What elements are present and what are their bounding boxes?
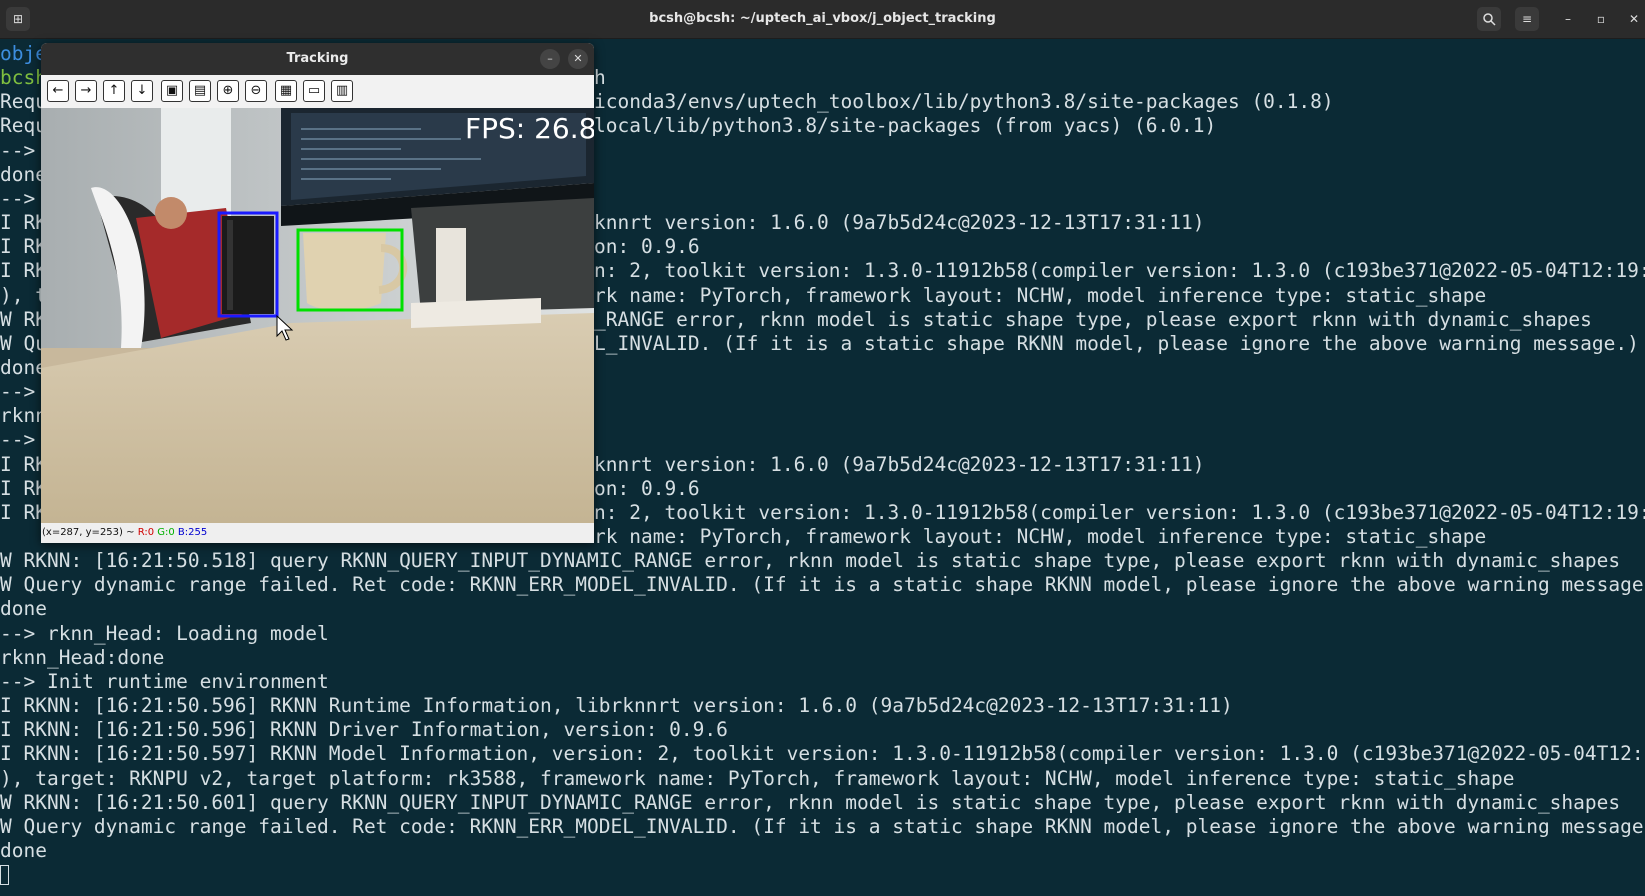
zoom-out-10-icon[interactable]: ▤ [189,80,211,102]
terminal-line: rknn [0,404,47,428]
tracking-window[interactable]: Tracking – ✕ ← → ↑ ↓ ▣ ▤ ⊕ ⊖ ▦ ▭ ▥ FPS: … [41,43,594,543]
terminal-line: W Qu [0,331,47,355]
terminal-titlebar: ⊞ bcsh@bcsh: ~/uptech_ai_vbox/j_object_t… [0,0,1645,39]
terminal-line-tail: rk name: PyTorch, framework layout: NCHW… [594,525,1487,548]
status-coords: (x=287, y=253) ~ [42,527,135,538]
terminal-line: ), t [0,283,47,307]
terminal-line-tail: h [594,66,606,90]
terminal-line-tail: L_INVALID. (If it is a static shape RKNN… [594,331,1639,355]
terminal-line: W Query dynamic range failed. Ret code: … [0,573,1645,597]
terminal-cursor [0,865,9,886]
terminal-line-tail: rk name: PyTorch, framework layout: NCHW… [594,283,1487,307]
terminal-line: W Query dynamic range failed. Ret code: … [0,814,1645,838]
camera-frame[interactable]: FPS: 26.8 [41,108,594,523]
copy-clipboard-icon[interactable]: ▭ [303,80,325,102]
maximize-button[interactable]: ▫ [1590,8,1612,30]
terminal-line: rknn_Head:done [0,645,165,669]
terminal-line: I RKNN: [16:21:50.596] RKNN Driver Infor… [0,718,728,742]
zoom-in-icon[interactable]: ⊕ [217,80,239,102]
tracking-close-button[interactable]: ✕ [568,49,588,69]
terminal-line: obje [0,42,47,65]
terminal-line: I RK [0,500,47,524]
terminal-line: I RKNN: [16:21:50.596] RKNN Runtime Info… [0,694,1233,718]
fps-overlay: FPS: 26.8 [465,112,594,145]
terminal-line: I RK [0,259,47,283]
terminal-line: done [0,162,47,186]
terminal-line: W RKNN: [16:21:50.601] query RKNN_QUERY_… [0,790,1621,814]
terminal-line: ), target: RKNPU v2, target platform: rk… [0,766,1515,790]
terminal-line: I RK [0,211,47,235]
pan-left-icon[interactable]: ← [47,80,69,102]
terminal-line: --> [0,380,36,404]
tracking-window-title: Tracking [286,51,349,66]
terminal-line-tail: n: 2, toolkit version: 1.3.0-11912b58(co… [594,259,1645,283]
terminal-line-tail: knnrt version: 1.6.0 (9a7b5d24c@2023-12-… [594,452,1205,476]
terminal-line: Requ [0,114,47,138]
terminal-line: --> rknn_Head: Loading model [0,621,329,645]
status-r: R:0 [137,527,155,538]
terminal-line: bcsh [0,66,47,90]
terminal-line: done [0,355,47,379]
minimize-button[interactable]: – [1557,8,1579,30]
terminal-line: I RK [0,476,47,500]
image-toolbar: ← → ↑ ↓ ▣ ▤ ⊕ ⊖ ▦ ▭ ▥ [41,75,594,108]
terminal-line: done [0,838,47,862]
pan-up-icon[interactable]: ↑ [103,80,125,102]
pan-right-icon[interactable]: → [75,80,97,102]
status-g: G:0 [157,527,175,538]
terminal-line: done [0,597,47,621]
terminal-line: --> [0,138,36,162]
zoom-out-icon[interactable]: ⊖ [245,80,267,102]
terminal-line-tail: on: 0.9.6 [594,235,700,259]
terminal-line: I RK [0,452,47,476]
camera-scene [41,108,594,523]
terminal-line: --> [0,186,36,210]
window-title: bcsh@bcsh: ~/uptech_ai_vbox/j_object_tra… [649,11,996,26]
terminal-line: I RK [0,235,47,259]
tracking-minimize-button[interactable]: – [540,49,560,69]
terminal-line: --> Init runtime environment [0,669,329,693]
status-b: B:255 [177,527,208,538]
pixel-status-bar: (x=287, y=253) ~ R:0 G:0 B:255 [41,523,594,543]
terminal-line-tail: on: 0.9.6 [594,476,700,500]
terminal-line: W RKNN: [16:21:50.518] query RKNN_QUERY_… [0,549,1621,573]
pan-down-icon[interactable]: ↓ [131,80,153,102]
terminal-line-tail: _RANGE error, rknn model is static shape… [594,307,1592,331]
hamburger-menu-icon[interactable]: ≡ [1515,7,1539,31]
terminal-line: W RK [0,307,47,331]
tracking-window-titlebar[interactable]: Tracking – ✕ [41,43,594,75]
terminal-line: --> [0,428,36,452]
terminal-line: I RKNN: [16:21:50.597] RKNN Model Inform… [0,742,1645,766]
search-icon[interactable] [1477,7,1501,31]
terminal-line-tail: local/lib/python3.8/site-packages (from … [594,114,1217,138]
zoom-in-10-icon[interactable]: ▣ [161,80,183,102]
terminal-line-tail: knnrt version: 1.6.0 (9a7b5d24c@2023-12-… [594,211,1205,235]
properties-icon[interactable]: ▥ [331,80,353,102]
terminal-line-tail: n: 2, toolkit version: 1.3.0-11912b58(co… [594,500,1645,524]
terminal-line-tail: iconda3/envs/uptech_toolbox/lib/python3.… [594,90,1334,114]
terminal-line: Requ [0,90,47,114]
save-image-icon[interactable]: ▦ [275,80,297,102]
close-button[interactable]: ✕ [1623,8,1645,30]
